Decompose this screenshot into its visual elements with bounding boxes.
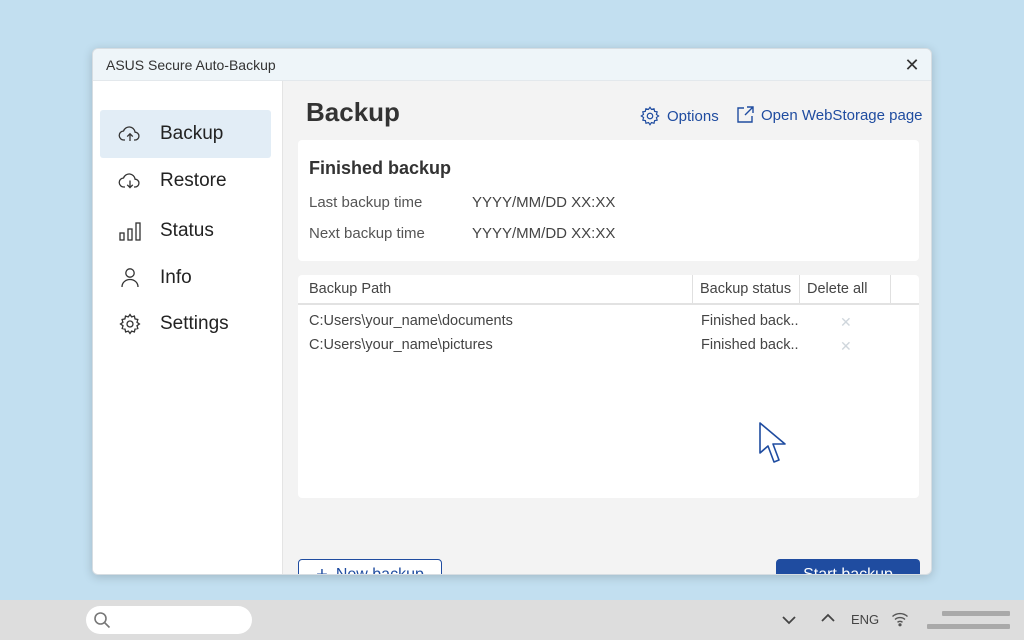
delete-all-button[interactable]: Delete all — [807, 275, 867, 303]
new-backup-label: New backup — [335, 566, 424, 575]
backup-path-cell: C:Users\your_name\pictures — [309, 337, 493, 353]
date-placeholder-bar — [927, 624, 1010, 629]
table-header: Backup Path Backup status Delete all — [298, 275, 919, 305]
cloud-upload-icon — [118, 126, 140, 141]
search-icon — [94, 612, 111, 629]
backup-status-cell: Finished back.. — [701, 337, 799, 353]
last-backup-value: YYYY/MM/DD XX:XX — [472, 194, 616, 211]
backup-status-cell: Finished back.. — [701, 313, 799, 329]
new-backup-button[interactable]: + New backup — [298, 559, 442, 575]
delete-row-icon[interactable]: ✕ — [840, 314, 852, 331]
sidebar-item-info[interactable]: Info — [100, 254, 271, 302]
taskbar-search-input[interactable] — [86, 606, 252, 634]
status-heading: Finished backup — [309, 158, 452, 178]
sidebar-item-backup[interactable]: Backup — [100, 110, 271, 158]
start-backup-label: Start backup — [803, 566, 893, 575]
chevron-down-icon[interactable] — [781, 614, 797, 626]
next-backup-value: YYYY/MM/DD XX:XX — [472, 225, 616, 242]
options-link[interactable]: Options — [639, 105, 719, 127]
open-webstorage-link[interactable]: Open WebStorage page — [735, 105, 923, 125]
clock-placeholder-bar — [942, 611, 1010, 616]
sidebar-item-label: Settings — [160, 313, 229, 334]
delete-row-icon[interactable]: ✕ — [840, 338, 852, 355]
page-title: Backup — [306, 97, 400, 127]
window-title: ASUS Secure Auto-Backup — [106, 56, 276, 73]
column-divider[interactable] — [692, 275, 693, 303]
gear-icon — [119, 313, 141, 335]
sidebar: Backup Restore Status Info Settings — [93, 81, 283, 574]
close-icon[interactable]: ✕ — [902, 55, 922, 75]
backup-path-table: Backup Path Backup status Delete all C:U… — [298, 275, 919, 498]
webstorage-label: Open WebStorage page — [761, 106, 923, 124]
column-header-status[interactable]: Backup status — [700, 275, 791, 303]
next-backup-label: Next backup time — [309, 225, 425, 242]
sidebar-item-label: Info — [160, 267, 192, 288]
sidebar-item-label: Backup — [160, 123, 224, 144]
sidebar-item-restore[interactable]: Restore — [100, 157, 271, 205]
last-backup-label: Last backup time — [309, 194, 423, 211]
sidebar-item-label: Restore — [160, 170, 227, 191]
sidebar-item-settings[interactable]: Settings — [100, 300, 271, 348]
language-indicator[interactable]: ENG — [851, 612, 879, 627]
plus-icon: + — [316, 564, 328, 575]
mouse-pointer-icon — [759, 422, 786, 463]
backup-status-card: Finished backup Last backup time YYYY/MM… — [298, 140, 919, 261]
sidebar-item-label: Status — [160, 220, 214, 241]
backup-path-cell: C:Users\your_name\documents — [309, 313, 513, 329]
bar-chart-icon — [119, 222, 141, 241]
sidebar-item-status[interactable]: Status — [100, 207, 271, 255]
options-label: Options — [667, 107, 719, 125]
column-divider — [890, 275, 891, 303]
user-icon — [121, 268, 139, 288]
start-backup-button[interactable]: Start backup — [776, 559, 920, 575]
gear-icon — [640, 106, 660, 126]
title-bar: ASUS Secure Auto-Backup ✕ — [93, 49, 931, 81]
column-divider[interactable] — [799, 275, 800, 303]
taskbar: ENG — [0, 600, 1024, 640]
chevron-up-icon[interactable] — [820, 612, 836, 624]
app-window: ASUS Secure Auto-Backup ✕ Backup Restore — [92, 48, 932, 575]
column-header-path[interactable]: Backup Path — [309, 275, 391, 303]
wifi-icon[interactable] — [891, 611, 909, 627]
cloud-download-icon — [118, 173, 140, 189]
external-link-icon — [737, 106, 754, 123]
main-panel: Backup Options Open WebStorage page Fini… — [283, 81, 931, 575]
